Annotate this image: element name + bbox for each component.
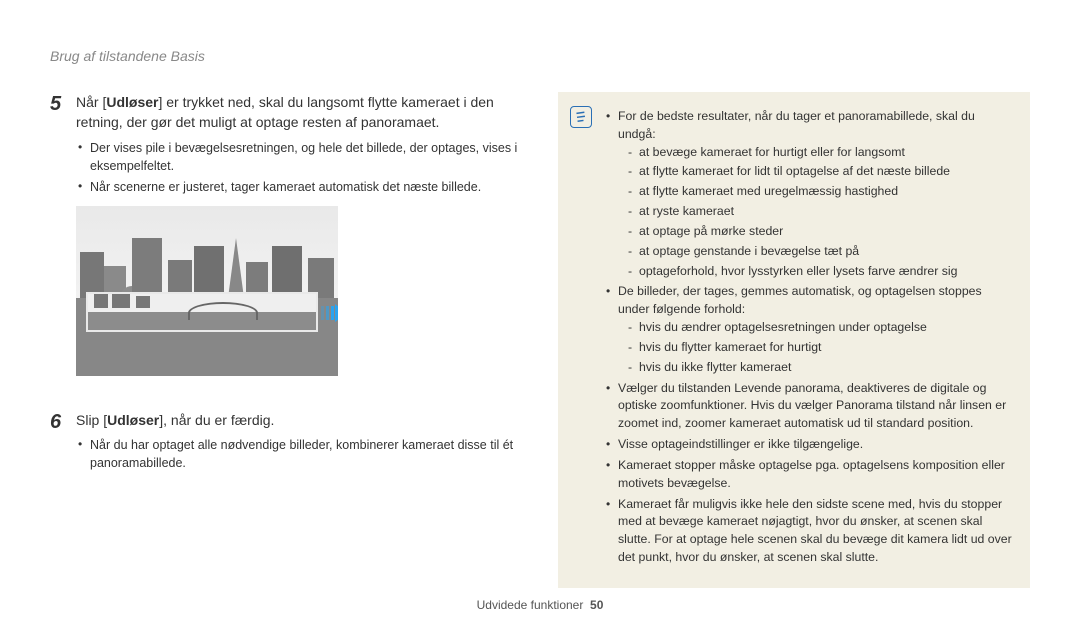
step-6-text: Slip [Udløser], når du er færdig. (76, 410, 530, 430)
footer-page: 50 (590, 598, 603, 612)
dash: at optage på mørke steder (628, 223, 1012, 241)
direction-arrow-icon (321, 304, 338, 322)
footer-label: Udvidede funktioner (477, 598, 584, 612)
t-bold: Udløser (107, 412, 159, 428)
page-header: Brug af tilstandene Basis (50, 48, 1030, 64)
panorama-capture-frame (86, 292, 318, 332)
bullet: Der vises pile i bevægelsesretningen, og… (78, 139, 530, 175)
bullet: Når scenerne er justeret, tager kameraet… (78, 178, 530, 196)
dash: at flytte kameraet for lidt til optagels… (628, 163, 1012, 181)
bullet: Når du har optaget alle nødvendige bille… (78, 436, 530, 472)
panorama-illustration (76, 206, 338, 376)
step-5-text: Når [Udløser] er trykket ned, skal du la… (76, 92, 530, 133)
dash: hvis du flytter kameraet for hurtigt (628, 339, 1012, 357)
t: Slip [ (76, 412, 107, 428)
note-bullet: De billeder, der tages, gemmes automatis… (606, 283, 1012, 376)
note-box: For de bedste resultater, når du tager e… (558, 92, 1030, 588)
note-bullet: Visse optageindstillinger er ikke tilgæn… (606, 436, 1012, 454)
dash: at flytte kameraet med uregelmæssig hast… (628, 183, 1012, 201)
t: Når [ (76, 94, 106, 110)
dash: at bevæge kameraet for hurtigt eller for… (628, 144, 1012, 162)
note-bullet: Kameraet får muligvis ikke hele den sids… (606, 496, 1012, 567)
dash: at optage genstande i bevægelse tæt på (628, 243, 1012, 261)
note-bullet: Kameraet stopper måske optagelse pga. op… (606, 457, 1012, 493)
step-6: 6 Slip [Udløser], når du er færdig. Når … (50, 410, 530, 476)
note-bullet: For de bedste resultater, når du tager e… (606, 108, 1012, 280)
note-bullet: Vælger du tilstanden Levende panorama, d… (606, 380, 1012, 433)
step-number: 5 (50, 92, 66, 394)
step-number: 6 (50, 410, 66, 476)
dash: hvis du ændrer optagelsesretningen under… (628, 319, 1012, 337)
t-bold: Udløser (106, 94, 158, 110)
page-footer: Udvidede funktioner 50 (0, 598, 1080, 612)
t: De billeder, der tages, gemmes automatis… (618, 284, 982, 316)
dash: optageforhold, hvor lysstyrken eller lys… (628, 263, 1012, 281)
dash: hvis du ikke flytter kameraet (628, 359, 1012, 377)
t: ], når du er færdig. (159, 412, 274, 428)
t: For de bedste resultater, når du tager e… (618, 109, 975, 141)
note-icon (570, 106, 592, 128)
dash: at ryste kameraet (628, 203, 1012, 221)
step-5: 5 Når [Udløser] er trykket ned, skal du … (50, 92, 530, 394)
